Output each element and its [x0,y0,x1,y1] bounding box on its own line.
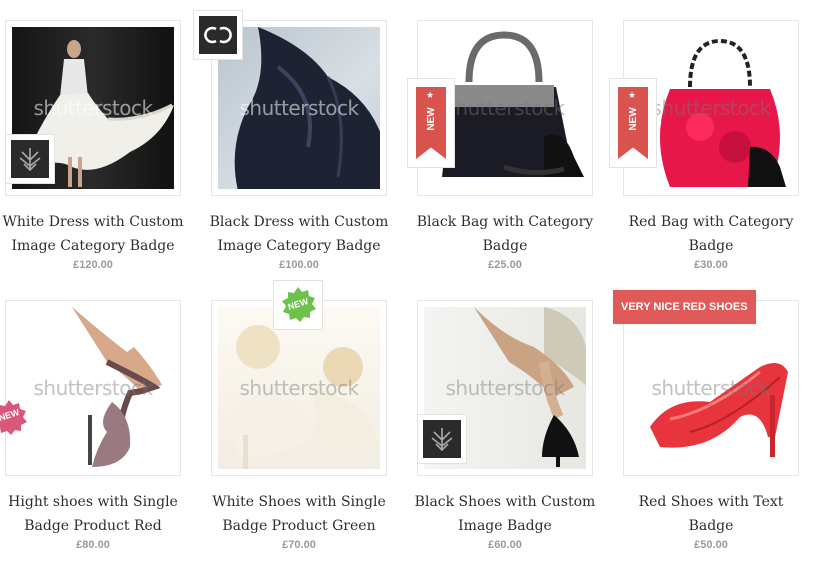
product-photo [650,363,788,457]
text-badge: VERY NICE RED SHOES [613,290,756,324]
category-badge: ★ NEW [407,78,455,168]
product-photo [228,325,378,469]
badge-label: NEW [627,107,639,131]
brand-logo-badge [5,134,55,184]
product-badge: NEW [273,280,323,330]
eagle-logo-icon [431,428,453,452]
star-icon: ★ [628,91,637,101]
badge-label: NEW [425,107,437,131]
product-title[interactable]: Red Bag with Category Badge [617,210,805,258]
category-badge: ★ NEW [609,78,657,168]
brand-logo-badge [417,414,467,464]
product-price: £120.00 [73,259,113,271]
product-image[interactable]: shutterstock [5,300,181,476]
interlocking-c-logo-icon [204,26,232,44]
product-title[interactable]: White Shoes with Single Badge Product Gr… [205,490,393,538]
brand-logo-badge [193,10,243,60]
product-price: £30.00 [694,259,728,271]
product-price: £70.00 [282,539,316,551]
product-title[interactable]: Black Bag with Category Badge [411,210,599,258]
product-price: £60.00 [488,539,522,551]
eagle-logo-icon [19,148,41,172]
product-price: £25.00 [488,259,522,271]
product-price: £50.00 [694,539,728,551]
product-title[interactable]: Black Dress with Custom Image Category B… [205,210,393,258]
product-price: £80.00 [76,539,110,551]
product-price: £100.00 [279,259,319,271]
product-badge: NEW [0,390,39,440]
product-title[interactable]: Red Shoes with Text Badge [617,490,805,538]
product-image[interactable]: shutterstock [623,300,799,476]
product-title[interactable]: Black Shoes with Custom Image Badge [411,490,599,538]
star-icon: ★ [426,91,435,101]
product-title[interactable]: Hight shoes with Single Badge Product Re… [0,490,187,538]
product-photo [72,307,162,467]
product-title[interactable]: White Dress with Custom Image Category B… [0,210,187,258]
